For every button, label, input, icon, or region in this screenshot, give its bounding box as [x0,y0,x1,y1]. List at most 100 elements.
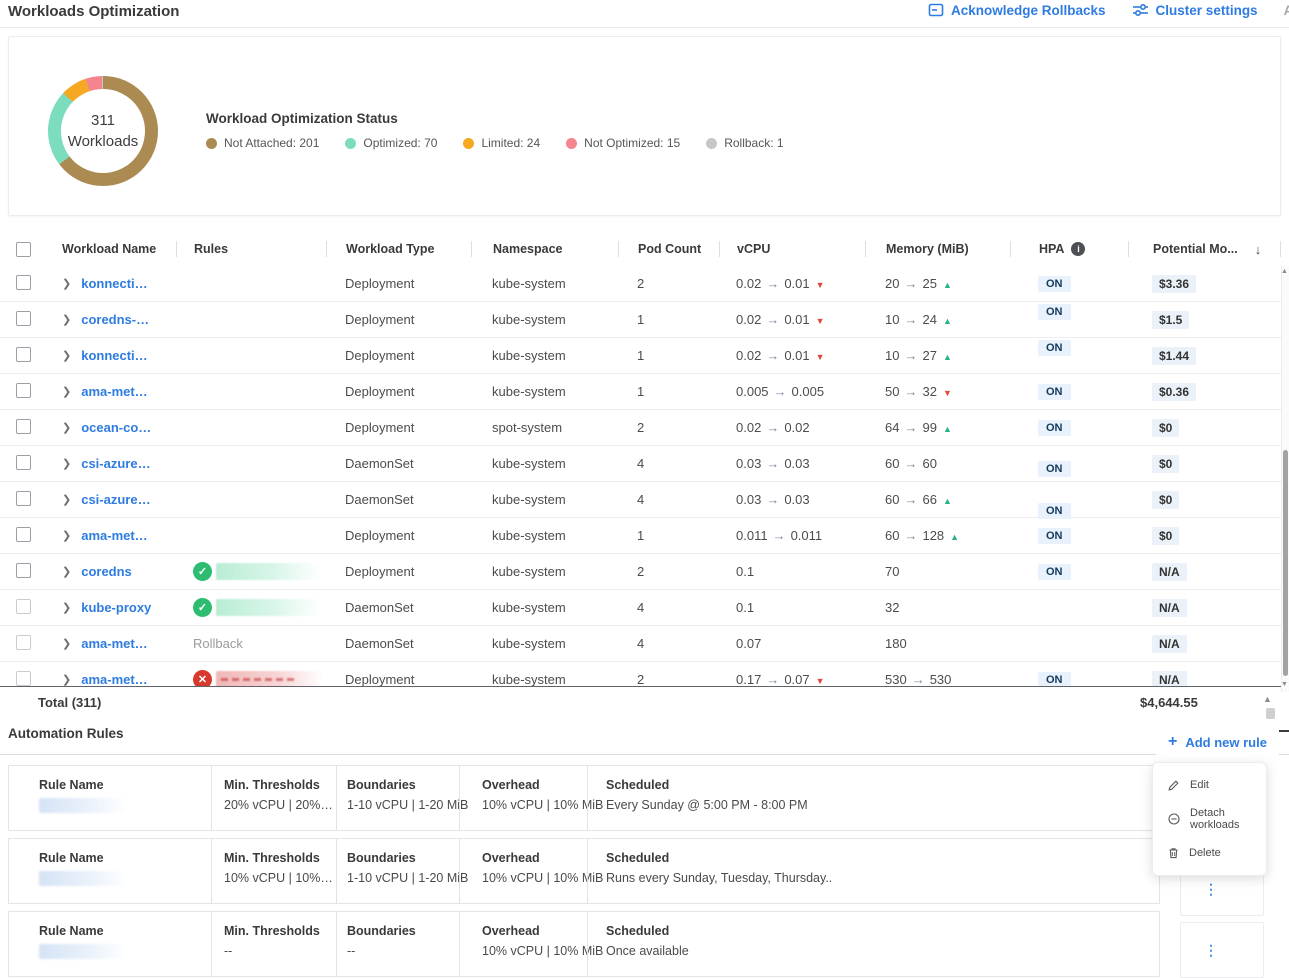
column-header-rules[interactable]: Rules [176,241,326,257]
workload-name-link[interactable]: ocean-co… [81,420,151,435]
workload-name-link[interactable]: csi-azure… [81,492,150,507]
column-header-memory-mib-[interactable]: Memory (MiB) [865,241,1010,257]
workload-name-link[interactable]: ama-met… [81,672,147,687]
table-row[interactable]: ❯ama-met…Deploymentkube-system10.011→0.0… [0,518,1281,554]
cluster-settings-button[interactable]: Cluster settings [1132,2,1258,18]
row-checkbox[interactable] [16,563,31,578]
boundaries-field: Boundaries1-10 vCPU | 1-20 MiB [336,839,459,903]
expand-chevron-icon[interactable]: ❯ [62,529,71,542]
automation-rule-card[interactable]: Rule NameMin. Thresholds10% vCPU | 10%…B… [8,838,1160,904]
table-row[interactable]: ❯csi-azure…DaemonSetkube-system40.03→0.0… [0,446,1281,482]
workload-name-link[interactable]: csi-azure… [81,456,150,471]
column-header-namespace[interactable]: Namespace [471,241,618,257]
row-checkbox[interactable] [16,311,31,326]
scroll-down-arrow[interactable]: ▼ [1280,681,1289,688]
row-checkbox[interactable] [16,671,31,686]
acknowledge-rollbacks-button[interactable]: Acknowledge Rollbacks [928,2,1106,18]
rule-actions-box: ⋮ [1180,922,1264,978]
table-row[interactable]: ❯csi-azure…DaemonSetkube-system40.03→0.0… [0,482,1281,518]
table-row[interactable]: ❯konnecti…Deploymentkube-system20.02→0.0… [0,266,1281,302]
kebab-menu-icon[interactable]: ⋮ [1181,942,1218,959]
row-checkbox[interactable] [16,347,31,362]
row-checkbox[interactable] [16,455,31,470]
expand-chevron-icon[interactable]: ❯ [62,385,71,398]
kebab-menu-icon[interactable]: ⋮ [1181,881,1218,898]
column-header-pod-count[interactable]: Pod Count [618,241,719,257]
workload-name-link[interactable]: ama-met… [81,636,147,651]
workload-type-cell: Deployment [326,420,471,435]
page-scroll-up-arrow[interactable]: ▲ [1263,694,1272,704]
row-checkbox[interactable] [16,491,31,506]
row-checkbox[interactable] [16,275,31,290]
row-checkbox[interactable] [16,383,31,398]
potential-savings-badge: N/A [1152,635,1187,653]
workload-name-link[interactable]: coredns-… [81,312,149,327]
table-row[interactable]: ❯coredns-…Deploymentkube-system10.02→0.0… [0,302,1281,338]
legend-label: Not Optimized: 15 [584,136,680,150]
rules-cell: Rollback [176,636,326,651]
column-header-workload-name[interactable]: Workload Name [48,241,176,257]
workload-name-link[interactable]: konnecti… [81,348,147,363]
expand-chevron-icon[interactable]: ❯ [62,673,71,686]
column-header-hpa[interactable]: HPAi [1010,241,1128,257]
row-checkbox-cell [0,275,48,293]
pod-count-cell: 2 [618,276,719,291]
row-checkbox[interactable] [16,419,31,434]
row-checkbox-cell [0,635,48,653]
overhead-field: Overhead10% vCPU | 10% MiB [459,912,587,976]
scheduled-field-label: Scheduled [606,924,1159,938]
memory-cell: 20→25▲ [865,276,1010,291]
table-row[interactable]: ❯kube-proxy✓DaemonSetkube-system40.132N/… [0,590,1281,626]
expand-chevron-icon[interactable]: ❯ [62,565,71,578]
automation-rule-card[interactable]: Rule NameMin. Thresholds--Boundaries--Ov… [8,911,1160,977]
expand-chevron-icon[interactable]: ❯ [62,493,71,506]
page-scrollbar-thumb[interactable] [1266,708,1275,719]
workload-name-cell: ❯ coredns [48,564,176,579]
expand-chevron-icon[interactable]: ❯ [62,349,71,362]
column-header-workload-type[interactable]: Workload Type [326,241,471,257]
column-header-potential-mo-[interactable]: Potential Mo...↓ [1128,241,1281,257]
boundaries-field: Boundaries-- [336,912,459,976]
min-thresholds-field: Min. Thresholds10% vCPU | 10%… [211,839,336,903]
workload-name-link[interactable]: ama-met… [81,384,147,399]
table-row[interactable]: ❯coredns✓Deploymentkube-system20.170ONN/… [0,554,1281,590]
workload-type-cell: Deployment [326,384,471,399]
scroll-up-arrow[interactable]: ▲ [1280,268,1289,275]
namespace-cell: spot-system [471,420,618,435]
automation-rule-card[interactable]: Rule NameMin. Thresholds20% vCPU | 20%…B… [8,765,1160,831]
expand-chevron-icon[interactable]: ❯ [62,313,71,326]
expand-chevron-icon[interactable]: ❯ [62,421,71,434]
row-checkbox[interactable] [16,635,31,650]
expand-chevron-icon[interactable]: ❯ [62,277,71,290]
workload-name-link[interactable]: konnecti… [81,276,147,291]
expand-chevron-icon[interactable]: ❯ [62,601,71,614]
arrow-right-icon: → [774,384,787,399]
table-row[interactable]: ❯konnecti…Deploymentkube-system10.02→0.0… [0,338,1281,374]
add-new-rule-button[interactable]: + Add new rule [1156,728,1279,756]
workload-name-link[interactable]: coredns [81,564,132,579]
workload-name-link[interactable]: kube-proxy [81,600,151,615]
masked-rule-name-value [39,871,127,886]
menu-item-detach-workloads[interactable]: Detach workloads [1153,799,1266,839]
menu-item-edit[interactable]: Edit [1153,771,1266,799]
table-row[interactable]: ❯ocean-co…Deploymentspot-system20.02→0.0… [0,410,1281,446]
select-all-checkbox[interactable] [16,242,31,257]
menu-item-label: Delete [1189,847,1221,859]
table-row[interactable]: ❯ama-met…Deploymentkube-system10.005→0.0… [0,374,1281,410]
table-row[interactable]: ❯ama-met…RollbackDaemonSetkube-system40.… [0,626,1281,662]
legend-item: Limited: 24 [463,136,540,150]
sort-desc-icon[interactable]: ↓ [1255,242,1262,257]
value-to: 25 [922,276,936,291]
pod-count-cell: 1 [618,348,719,363]
info-icon[interactable]: i [1071,242,1085,256]
plus-icon: + [1168,733,1177,751]
menu-item-delete[interactable]: Delete [1153,839,1266,867]
table-scrollbar-thumb[interactable] [1283,450,1288,676]
table-total-row: Total (311) $4,644.55 [0,687,1281,722]
row-checkbox[interactable] [16,599,31,614]
expand-chevron-icon[interactable]: ❯ [62,457,71,470]
column-header-vcpu[interactable]: vCPU [719,241,865,257]
workload-name-link[interactable]: ama-met… [81,528,147,543]
expand-chevron-icon[interactable]: ❯ [62,637,71,650]
row-checkbox[interactable] [16,527,31,542]
